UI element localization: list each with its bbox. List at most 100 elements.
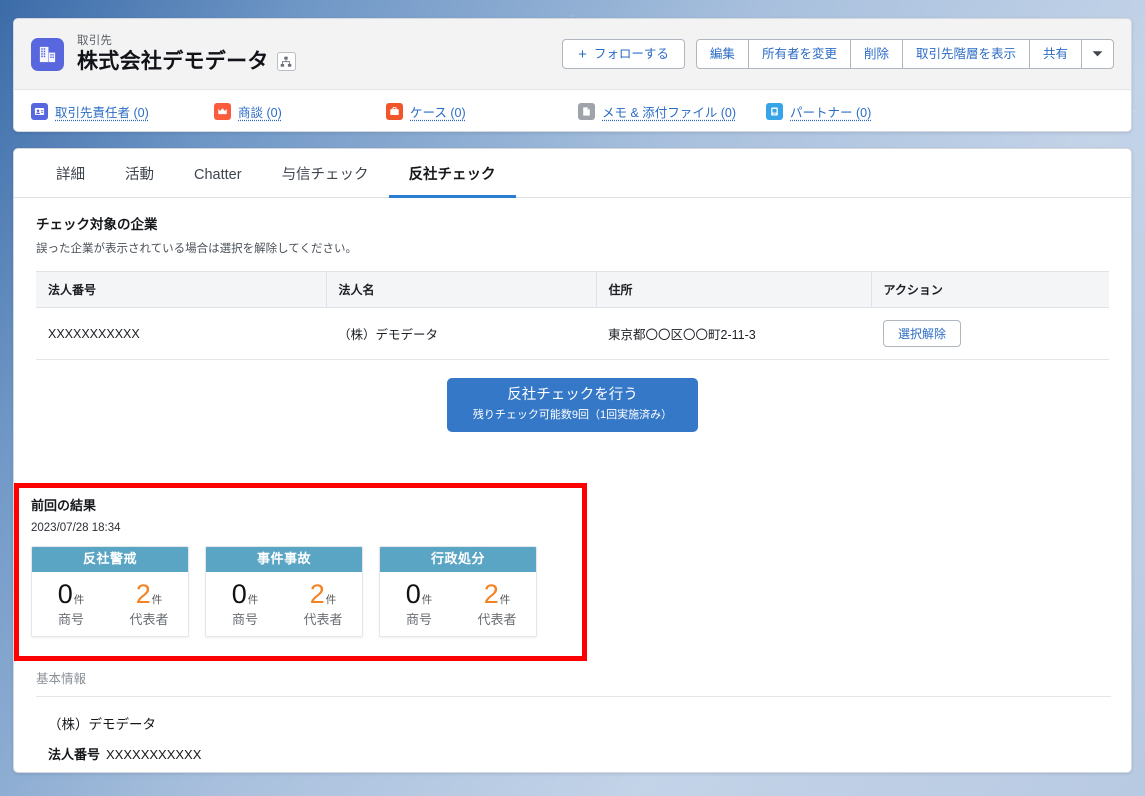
- basic-info-field: 業種飲食業: [48, 769, 1111, 772]
- result-card: 行政処分 0件 商号 2件 代表者: [379, 546, 537, 637]
- column-header-corporate-number: 法人番号: [36, 271, 327, 308]
- partner-icon: [766, 102, 783, 120]
- plus-icon: +: [578, 45, 587, 63]
- tab-反社チェック[interactable]: 反社チェック: [388, 167, 516, 198]
- record-title-block: 取引先 株式会社デモデータ: [77, 34, 296, 74]
- result-metric-label: 代表者: [303, 612, 343, 627]
- result-metric: 2件代表者: [458, 579, 536, 628]
- check-section-title: チェック対象の企業: [36, 217, 158, 232]
- result-metric-label: 代表者: [129, 612, 169, 627]
- related-list-item[interactable]: ケース (0): [386, 102, 578, 121]
- run-check-area: 反社チェックを行う 残りチェック可能数9回（1回実施済み）: [36, 378, 1109, 432]
- contact-icon: [31, 102, 48, 120]
- cell-address: 東京都〇〇区〇〇町2-11-3: [596, 307, 871, 360]
- tab-Chatter[interactable]: Chatter: [174, 167, 262, 199]
- result-metric-value: 0: [57, 579, 73, 609]
- related-list-link[interactable]: 取引先責任者 (0): [55, 102, 149, 121]
- result-metric-value: 2: [309, 579, 325, 609]
- related-list-item[interactable]: 取引先責任者 (0): [31, 102, 214, 121]
- edit-button[interactable]: 編集: [695, 39, 749, 69]
- table-header-row: 法人番号 法人名 住所 アクション: [36, 271, 1109, 308]
- related-list-link[interactable]: 商談 (0): [238, 102, 282, 121]
- run-antisocial-check-button[interactable]: 反社チェックを行う 残りチェック可能数9回（1回実施済み）: [447, 378, 698, 432]
- share-button[interactable]: 共有: [1028, 39, 1082, 69]
- result-metric-value: 2: [135, 579, 151, 609]
- previous-result-title: 前回の結果: [31, 498, 97, 513]
- more-actions-button[interactable]: [1081, 39, 1114, 69]
- result-metric-value-row: 0件: [380, 579, 458, 610]
- related-list-item[interactable]: メモ & 添付ファイル (0): [578, 102, 766, 121]
- result-metric-value: 2: [483, 579, 499, 609]
- delete-button[interactable]: 削除: [849, 39, 903, 69]
- result-card: 反社警戒 0件 商号 2件 代表者: [31, 546, 189, 637]
- result-card-title: 反社警戒: [32, 547, 188, 572]
- result-metric-value-row: 0件: [32, 579, 110, 610]
- change-owner-button[interactable]: 所有者を変更: [747, 39, 851, 69]
- result-metric-label: 商号: [405, 612, 432, 627]
- result-card: 事件事故 0件 商号 2件 代表者: [205, 546, 363, 637]
- tab-活動[interactable]: 活動: [105, 167, 174, 199]
- result-metric-label: 商号: [231, 612, 258, 627]
- opportunity-icon: [214, 102, 231, 120]
- detail-tab-bar: 詳細 活動 Chatter 与信チェック 反社チェック: [14, 149, 1131, 198]
- previous-result-timestamp: 2023/07/28 18:34: [31, 522, 121, 534]
- previous-result-card-row: 反社警戒 0件 商号 2件 代表者 事件事故 0件 商号 2件 代表者 行政処分 0件 商号 2件 代表者: [31, 546, 570, 637]
- result-card-title: 事件事故: [206, 547, 362, 572]
- result-card-body: 0件 商号 2件 代表者: [380, 572, 536, 636]
- deselect-button[interactable]: 選択解除: [883, 320, 962, 347]
- header-action-bar: + フォローする 編集 所有者を変更 削除 取引先階層を表示 共有: [562, 39, 1114, 69]
- result-card-body: 0件 商号 2件 代表者: [32, 572, 188, 636]
- result-metric-unit: 件: [73, 594, 85, 606]
- result-metric-unit: 件: [247, 594, 259, 606]
- related-list-link[interactable]: ケース (0): [410, 102, 466, 121]
- result-metric-value-row: 2件: [110, 579, 188, 610]
- basic-info-field: 法人番号 XXXXXXXXXXX: [48, 740, 1111, 769]
- basic-info-section: 基本情報 （株）デモデータ 法人番号XXXXXXXXXXX業種飲食業住所東京都〇…: [36, 671, 1111, 772]
- related-lists-strip: 取引先責任者 (0) 商談 (0) ケース (0) メモ & 添付ファイル (0) パー…: [14, 90, 1131, 131]
- tab-詳細[interactable]: 詳細: [36, 167, 105, 199]
- result-metric: 0件 商号: [206, 579, 284, 628]
- cell-action: 選択解除: [871, 307, 1109, 360]
- result-metric-label: 代表者: [477, 612, 517, 627]
- record-header-card: 取引先 株式会社デモデータ + フォローする 編集 所有者を変更 削除 取引先階…: [13, 18, 1132, 132]
- follow-button[interactable]: + フォローする: [562, 39, 685, 69]
- tab-与信チェック[interactable]: 与信チェック: [262, 167, 389, 199]
- table-row: XXXXXXXXXXX （株）デモデータ 東京都〇〇区〇〇町2-11-3 選択解…: [36, 307, 1109, 360]
- result-metric-label: 商号: [57, 612, 84, 627]
- chevron-down-icon: [1092, 48, 1103, 61]
- basic-info-field-label: 法人番号: [48, 747, 101, 762]
- result-metric: 2件代表者: [284, 579, 362, 628]
- result-metric-unit: 件: [421, 594, 433, 606]
- result-metric-value: 0: [405, 579, 421, 609]
- result-metric-unit: 件: [499, 594, 511, 606]
- result-metric: 0件商号: [32, 579, 110, 628]
- result-metric-value-row: 2件: [284, 579, 362, 610]
- result-card-title: 行政処分: [380, 547, 536, 572]
- object-type-label: 取引先: [77, 35, 113, 47]
- column-header-corporate-name: 法人名: [326, 271, 597, 308]
- related-list-item[interactable]: パートナー (0): [766, 102, 871, 121]
- result-metric: 2件代表者: [110, 579, 188, 628]
- tab-panel-antisocial-check: チェック対象の企業 誤った企業が表示されている場合は選択を解除してください。 法…: [14, 198, 1131, 762]
- result-metric-unit: 件: [325, 594, 337, 606]
- run-check-remaining-label: 残りチェック可能数9回（1回実施済み）: [472, 409, 673, 421]
- hierarchy-icon[interactable]: [276, 52, 296, 71]
- basic-info-title: 基本情報: [36, 672, 87, 686]
- result-metric-unit: 件: [151, 594, 163, 606]
- result-metric-value-row: 2件: [458, 579, 536, 610]
- check-section-subtitle: 誤った企業が表示されている場合は選択を解除してください。: [36, 243, 357, 255]
- related-list-link[interactable]: パートナー (0): [790, 102, 871, 121]
- related-list-item[interactable]: 商談 (0): [214, 102, 386, 121]
- basic-info-field-value: XXXXXXXXXXX: [106, 747, 202, 762]
- result-metric: 0件商号: [380, 579, 458, 628]
- cell-corporate-name: （株）デモデータ: [326, 307, 596, 360]
- follow-button-label: フォローする: [593, 46, 669, 61]
- building-icon: [31, 37, 64, 71]
- record-header: 取引先 株式会社デモデータ + フォローする 編集 所有者を変更 削除 取引先階…: [14, 19, 1131, 90]
- result-card-body: 0件 商号 2件 代表者: [206, 572, 362, 636]
- page-title: 株式会社デモデータ: [77, 50, 269, 73]
- related-list-link[interactable]: メモ & 添付ファイル (0): [602, 102, 736, 121]
- column-header-address: 住所: [596, 271, 872, 308]
- basic-info-field-list: 法人番号XXXXXXXXXXX業種飲食業住所東京都〇〇区〇〇町2-11-3: [48, 740, 1111, 772]
- show-hierarchy-button[interactable]: 取引先階層を表示: [901, 39, 1030, 69]
